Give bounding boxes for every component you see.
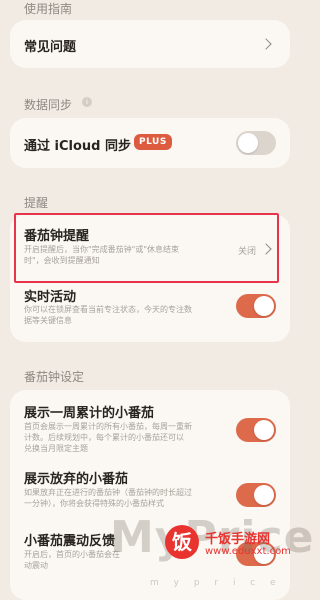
week-total-desc-2: 计数。后续规划中，每个累计的小番茄还可以 — [24, 433, 184, 442]
site-logo-icon: 饭 — [165, 525, 199, 559]
live-activity-title: 实时活动 — [24, 290, 77, 305]
plus-badge: PLUS — [134, 134, 172, 150]
live-activity-row: 实时活动 你可以在锁屏查看当前专注状态，今天的专注数 据等关键信息 — [10, 284, 290, 342]
week-total-desc-3: 兑换当月限定主题 — [24, 444, 88, 453]
faq-row[interactable]: 常见问题 — [10, 20, 290, 68]
live-activity-desc-2: 据等关键信息 — [24, 316, 72, 325]
faq-label: 常见问题 — [24, 40, 77, 55]
abandoned-desc-1: 如果放弃正在进行的番茄钟（番茄钟的时长超过 — [24, 488, 192, 497]
pomodoro-settings-section-title: 番茄钟设定 — [24, 370, 85, 384]
site-name: 千饭手游网 — [205, 532, 271, 547]
abandoned-desc-2: 一分钟），你将会获得特殊的小番茄样式 — [24, 499, 164, 508]
highlight-box — [14, 213, 279, 283]
toggle-knob — [238, 133, 258, 153]
info-icon[interactable]: i — [82, 97, 92, 107]
icloud-sync-toggle[interactable] — [236, 131, 276, 155]
week-total-title: 展示一周累计的小番茄 — [24, 406, 155, 421]
toggle-knob — [254, 420, 274, 440]
icloud-sync-label: 通过 iCloud 同步 — [24, 139, 131, 154]
chevron-right-icon — [260, 38, 272, 50]
usage-guide-section-title: 使用指南 — [24, 2, 73, 16]
icloud-sync-row: 通过 iCloud 同步 PLUS — [10, 118, 290, 168]
vibration-desc-1: 开启后，首页的小番茄会在 — [24, 550, 120, 559]
watermark-subtext: m y p r i c e — [150, 578, 282, 588]
abandoned-title: 展示放弃的小番茄 — [24, 472, 129, 487]
toggle-knob — [254, 485, 274, 505]
week-total-row: 展示一周累计的小番茄 首页会展示一周累计的所有小番茄，每周一重新 计数。后续规划… — [10, 390, 290, 462]
site-url: www.eduxxt.com — [205, 546, 291, 557]
week-total-toggle[interactable] — [236, 418, 276, 442]
reminders-section-title: 提醒 — [24, 196, 49, 210]
data-sync-section-title: 数据同步 — [24, 98, 73, 112]
week-total-desc-1: 首页会展示一周累计的所有小番茄，每周一重新 — [24, 422, 192, 431]
vibration-title: 小番茄震动反馈 — [24, 534, 116, 549]
vibration-desc-2: 动震动 — [24, 561, 48, 570]
pomodoro-settings-card: 展示一周累计的小番茄 首页会展示一周累计的所有小番茄，每周一重新 计数。后续规划… — [10, 390, 290, 600]
live-activity-desc-1: 你可以在锁屏查看当前专注状态，今天的专注数 — [24, 305, 192, 314]
toggle-knob — [254, 296, 274, 316]
abandoned-toggle[interactable] — [236, 483, 276, 507]
live-activity-toggle[interactable] — [236, 294, 276, 318]
